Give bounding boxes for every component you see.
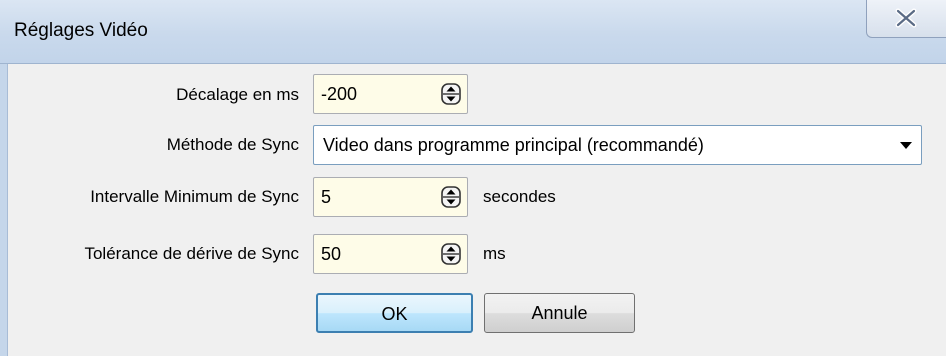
drift-tolerance-label: Tolérance de dérive de Sync (84, 244, 299, 263)
sync-method-label: Méthode de Sync (166, 135, 299, 154)
sync-method-select[interactable]: Video dans programme principal (recomman… (313, 125, 922, 165)
offset-label: Décalage en ms (176, 85, 299, 104)
close-button[interactable] (866, 0, 946, 38)
chevron-down-icon[interactable] (900, 142, 912, 150)
spinner-icon[interactable] (441, 186, 461, 208)
min-interval-field[interactable]: 5 (313, 177, 468, 217)
min-interval-unit: secondes (483, 187, 556, 206)
min-interval-value: 5 (321, 187, 332, 207)
drift-tolerance-field[interactable]: 50 (313, 234, 468, 274)
window-title: Réglages Vidéo (14, 20, 148, 41)
min-interval-label: Intervalle Minimum de Sync (90, 187, 299, 206)
cancel-button[interactable]: Annule (484, 293, 635, 333)
drift-tolerance-unit: ms (483, 244, 506, 263)
spinner-icon[interactable] (441, 83, 461, 105)
window-frame-left (0, 64, 8, 356)
ok-button[interactable]: OK (316, 293, 473, 333)
drift-tolerance-value: 50 (321, 244, 342, 264)
offset-field[interactable]: -200 (313, 74, 468, 114)
spinner-icon[interactable] (441, 243, 461, 265)
close-icon (895, 8, 917, 28)
title-bar[interactable]: Réglages Vidéo (0, 0, 946, 64)
offset-value: -200 (321, 84, 358, 104)
sync-method-value: Video dans programme principal (recomman… (323, 135, 704, 155)
